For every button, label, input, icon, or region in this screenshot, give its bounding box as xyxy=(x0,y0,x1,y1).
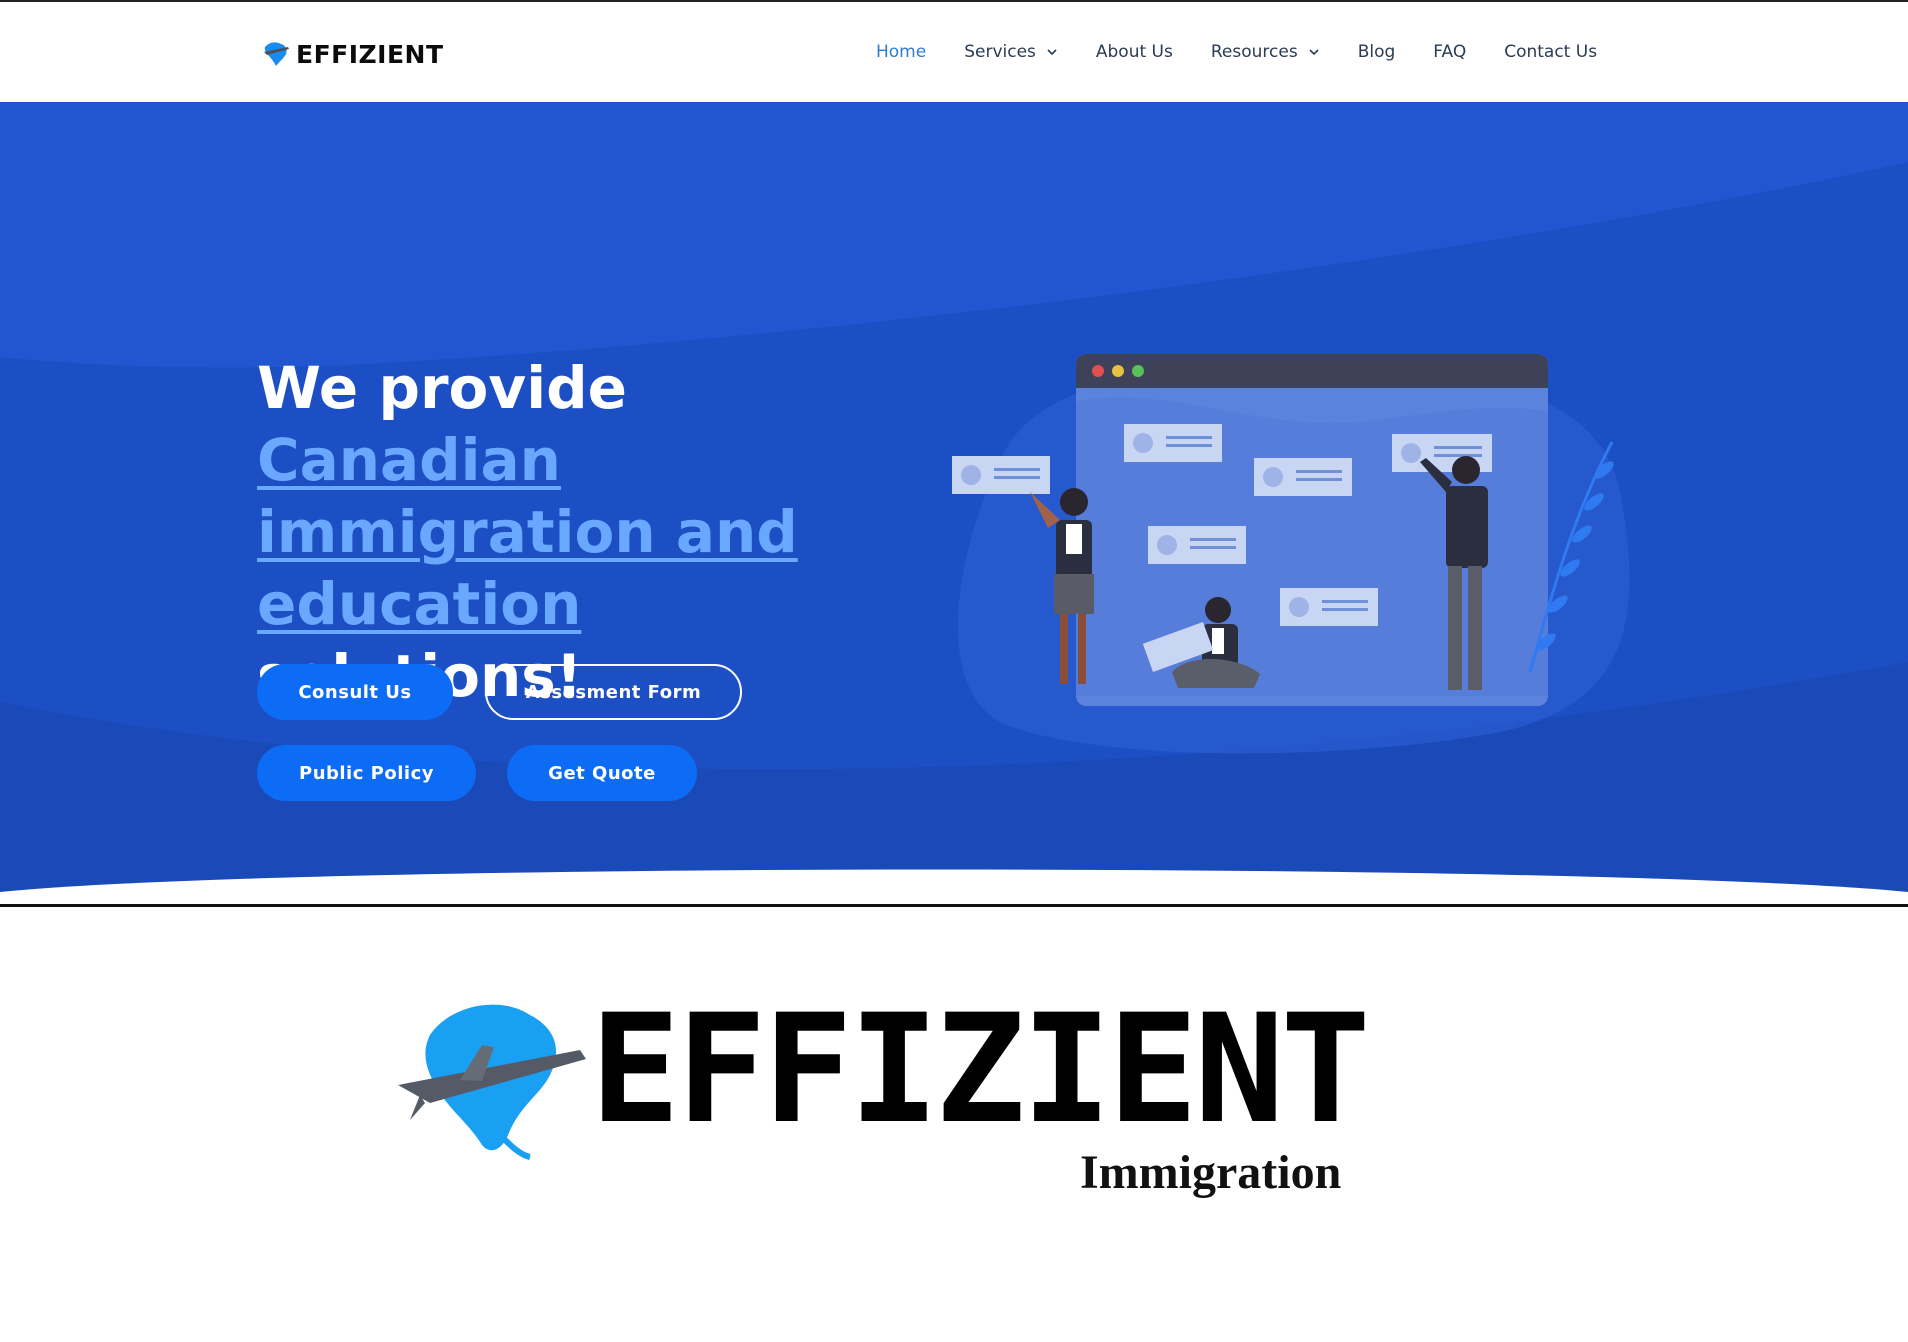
hero-illustration xyxy=(952,354,1630,754)
get-quote-button[interactable]: Get Quote xyxy=(507,745,697,801)
profile-card xyxy=(1254,458,1352,496)
headline-line-1: We provide xyxy=(257,354,627,422)
chevron-down-icon xyxy=(1309,49,1319,56)
nav-blog[interactable]: Blog xyxy=(1358,42,1396,62)
profile-card xyxy=(1280,588,1378,626)
nav-about-label: About Us xyxy=(1095,42,1173,62)
main-menu: Home Services About Us Resources Blog FA… xyxy=(876,42,1635,62)
hero-headline: We provide Canadian immigration and educ… xyxy=(257,352,897,712)
globe-airplane-icon xyxy=(264,42,289,66)
headline-highlight-1: Canadian xyxy=(257,426,561,494)
headline-highlight-3: education xyxy=(257,570,582,638)
profile-card xyxy=(1148,526,1246,564)
hero-section: We provide Canadian immigration and educ… xyxy=(0,102,1908,907)
nav-contact[interactable]: Contact Us xyxy=(1504,42,1597,62)
nav-home[interactable]: Home xyxy=(876,42,926,62)
brand-logo-tagline: Immigration xyxy=(1080,1146,1342,1199)
header-logo[interactable]: EFFIZIENT xyxy=(262,36,444,72)
consult-us-button[interactable]: Consult Us xyxy=(257,664,453,720)
nav-about[interactable]: About Us xyxy=(1096,42,1173,62)
profile-card xyxy=(1124,424,1222,462)
nav-faq[interactable]: FAQ xyxy=(1433,42,1466,62)
brand-logo-large: EFFIZIENT Immigration xyxy=(390,985,1410,1215)
profile-card xyxy=(952,456,1050,494)
nav-services[interactable]: Services xyxy=(964,42,1058,62)
assessment-form-button[interactable]: Assesment Form xyxy=(485,664,742,720)
globe-airplane-icon xyxy=(398,1004,586,1160)
headline-highlight-2: immigration and xyxy=(257,498,798,566)
nav-contact-label: Contact Us xyxy=(1504,42,1598,62)
site-header: EFFIZIENT Home Services About Us Resourc… xyxy=(0,2,1908,102)
chevron-down-icon xyxy=(1047,49,1057,56)
nav-resources[interactable]: Resources xyxy=(1211,42,1320,62)
header-logo-text: EFFIZIENT xyxy=(296,39,444,69)
nav-services-label: Services xyxy=(964,42,1036,62)
nav-blog-label: Blog xyxy=(1357,42,1396,62)
brand-logo-text: EFFIZIENT xyxy=(590,983,1371,1157)
nav-home-label: Home xyxy=(876,42,927,62)
nav-faq-label: FAQ xyxy=(1433,42,1467,62)
nav-resources-label: Resources xyxy=(1210,42,1298,62)
public-policy-button[interactable]: Public Policy xyxy=(257,745,476,801)
